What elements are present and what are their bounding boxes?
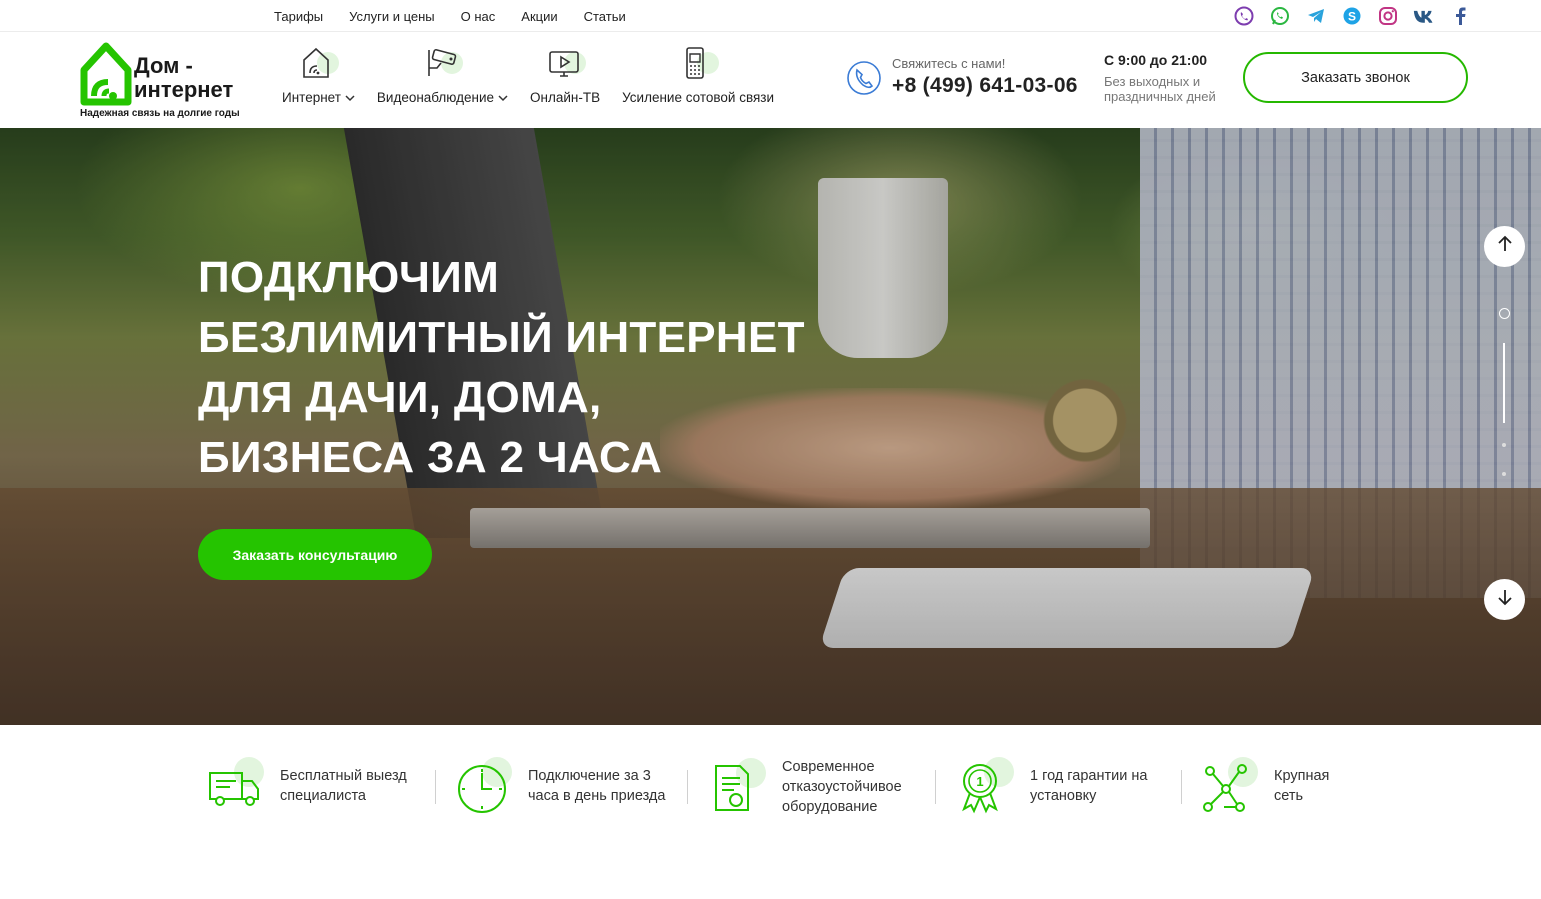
- truck-icon: [204, 757, 266, 815]
- contact-label: Свяжитесь с нами!: [892, 56, 1006, 71]
- vk-icon[interactable]: [1413, 5, 1435, 27]
- working-hours: С 9:00 до 21:00 Без выходных и праздничн…: [1104, 52, 1234, 104]
- slider-down-button[interactable]: [1484, 579, 1525, 620]
- feature-text: Крупная сеть: [1274, 768, 1330, 804]
- chevron-down-icon: [498, 90, 508, 105]
- topnav-articles-link[interactable]: Статьи: [584, 9, 626, 24]
- hero-title: Подключим безлимитный интернет для дачи,…: [198, 253, 805, 482]
- slider-dot[interactable]: [1502, 443, 1506, 447]
- skype-icon[interactable]: S: [1341, 5, 1363, 27]
- feature-item: Современное отказоустойчивое оборудовани…: [706, 757, 922, 817]
- top-bar: Тарифы Услуги и цены О нас Акции Статьи …: [0, 0, 1541, 32]
- divider: [687, 770, 688, 804]
- arrow-down-icon: [1496, 588, 1514, 611]
- feature-text: Подключение за 3 часа в день приезда: [528, 768, 666, 804]
- award-medal-icon: 1: [954, 757, 1016, 815]
- nav-item-cctv[interactable]: Видеонаблюдение: [377, 44, 508, 105]
- nav-cell-boost-label: Усиление сотовой связи: [622, 90, 775, 105]
- svg-text:S: S: [1348, 10, 1356, 24]
- nav-item-online-tv[interactable]: Онлайн-ТВ: [530, 44, 600, 105]
- social-links: S: [1233, 5, 1471, 27]
- order-consultation-button[interactable]: Заказать консультацию: [198, 529, 432, 580]
- wifi-house-icon: [297, 44, 340, 84]
- slider-up-button[interactable]: [1484, 226, 1525, 267]
- nav-item-cell-boost[interactable]: Усиление сотовой связи: [622, 44, 774, 105]
- logo-title: Дом - интернет: [134, 54, 274, 102]
- feature-item: Крупная сеть: [1198, 757, 1354, 815]
- arrow-up-icon: [1496, 235, 1514, 258]
- cctv-camera-icon: [421, 44, 464, 84]
- nav-item-internet[interactable]: Интернет: [282, 44, 355, 105]
- topnav-tariffs-link[interactable]: Тарифы: [274, 9, 323, 24]
- chevron-down-icon: [345, 90, 355, 105]
- logo-house-icon: [80, 42, 132, 106]
- slider-dot[interactable]: [1502, 472, 1506, 476]
- tv-icon: [544, 44, 587, 84]
- topnav-about-link[interactable]: О нас: [461, 9, 496, 24]
- topnav-promos-link[interactable]: Акции: [521, 9, 557, 24]
- feature-item: Бесплатный выезд специалиста: [204, 757, 420, 815]
- svg-text:1: 1: [976, 774, 983, 789]
- site-header: Дом - интернет Надежная связь на долгие …: [0, 32, 1541, 128]
- slider-progress-bar: [1503, 343, 1505, 423]
- nav-cctv-label: Видеонаблюдение: [376, 90, 495, 105]
- certificate-icon: [706, 758, 768, 816]
- logo-tagline: Надежная связь на долгие годы: [80, 108, 240, 119]
- hours-sub: Без выходных и праздничных дней: [1104, 74, 1216, 104]
- hero-section: Подключим безлимитный интернет для дачи,…: [0, 128, 1541, 725]
- main-nav: Интернет Видеонаблюдение Онлайн-ТВ Усиле…: [282, 44, 796, 105]
- nav-internet-label: Интернет: [282, 90, 341, 105]
- topnav-services-link[interactable]: Услуги и цены: [349, 9, 435, 24]
- telegram-icon[interactable]: [1305, 5, 1327, 27]
- logo-title-line1: Дом -: [134, 53, 193, 78]
- network-icon: [1198, 757, 1260, 815]
- order-call-button[interactable]: Заказать звонок: [1243, 52, 1468, 103]
- feature-text: 1 год гарантии на установку: [1030, 768, 1148, 804]
- top-nav: Тарифы Услуги и цены О нас Акции Статьи: [274, 0, 626, 32]
- nav-online-tv-label: Онлайн-ТВ: [530, 90, 601, 105]
- divider: [1181, 770, 1182, 804]
- feature-item: Подключение за 3 часа в день приезда: [452, 757, 678, 815]
- divider: [935, 770, 936, 804]
- features-strip: Бесплатный выезд специалиста Подключение…: [0, 725, 1541, 899]
- slider-dot[interactable]: [1499, 308, 1510, 319]
- facebook-icon[interactable]: [1449, 5, 1471, 27]
- viber-icon[interactable]: [1233, 5, 1255, 27]
- divider: [435, 770, 436, 804]
- contact-phone-link[interactable]: +8 (499) 641-03-06: [892, 74, 1078, 98]
- logo[interactable]: Дом - интернет Надежная связь на долгие …: [80, 40, 260, 122]
- hours-main: С 9:00 до 21:00: [1104, 52, 1208, 68]
- feature-text: Бесплатный выезд специалиста: [280, 768, 407, 804]
- whatsapp-icon[interactable]: [1269, 5, 1291, 27]
- feature-text: Современное отказоустойчивое оборудовани…: [782, 759, 902, 815]
- logo-title-line2: интернет: [134, 77, 234, 102]
- phone-icon: [846, 60, 882, 96]
- clock-icon: [452, 757, 514, 815]
- instagram-icon[interactable]: [1377, 5, 1399, 27]
- cell-phone-icon: [677, 44, 720, 84]
- feature-item: 1 1 год гарантии на установку: [954, 757, 1170, 815]
